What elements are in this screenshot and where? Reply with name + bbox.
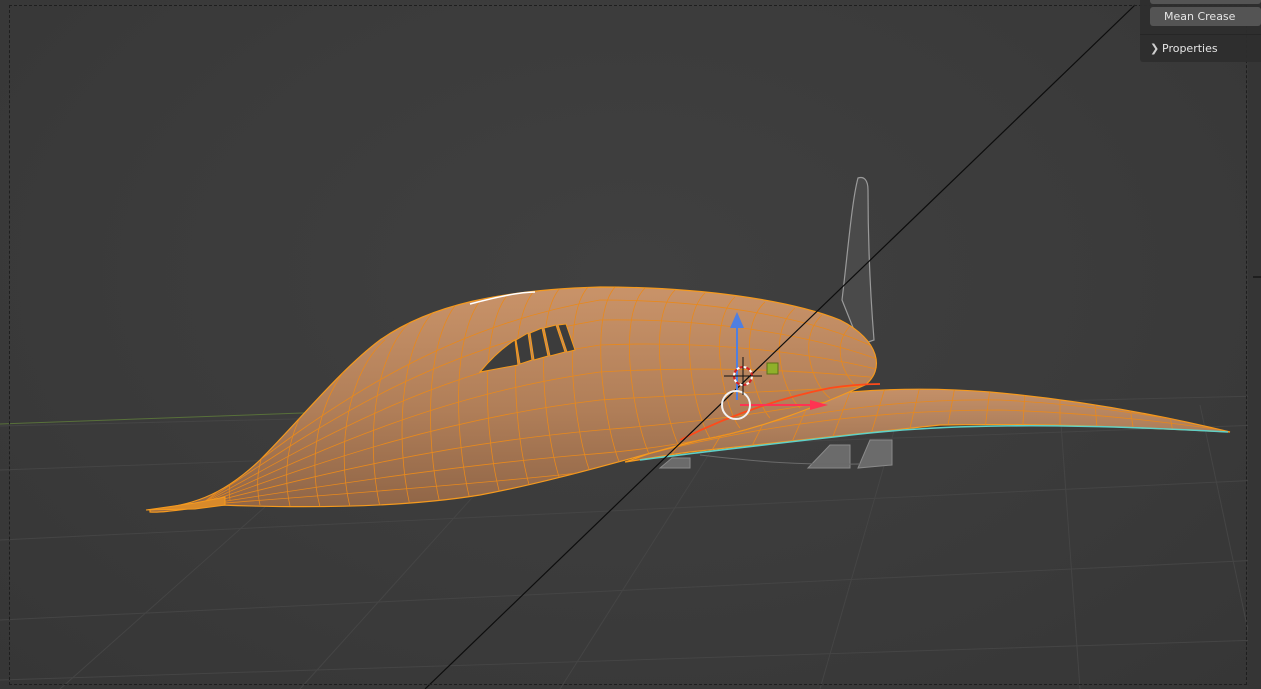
properties-label: Properties	[1162, 42, 1218, 55]
properties-panel-header[interactable]: ❯ Properties	[1140, 38, 1261, 60]
3d-viewport[interactable]: Mean Crease ❯ Properties	[0, 0, 1261, 689]
gizmo-y-handle	[766, 362, 779, 375]
region-edge	[1248, 0, 1261, 689]
scene-canvas[interactable]	[0, 0, 1261, 689]
panel-divider	[1140, 34, 1261, 35]
sidebar-panel: Mean Crease ❯ Properties	[1140, 0, 1261, 62]
region-resize-tick[interactable]	[1253, 276, 1261, 278]
fuselage	[145, 286, 881, 513]
chevron-right-icon: ❯	[1150, 42, 1160, 55]
mean-crease-label: Mean Crease	[1164, 10, 1236, 23]
mean-crease-field[interactable]: Mean Crease	[1150, 7, 1261, 26]
sidebar-cut-off-field[interactable]	[1150, 0, 1261, 4]
